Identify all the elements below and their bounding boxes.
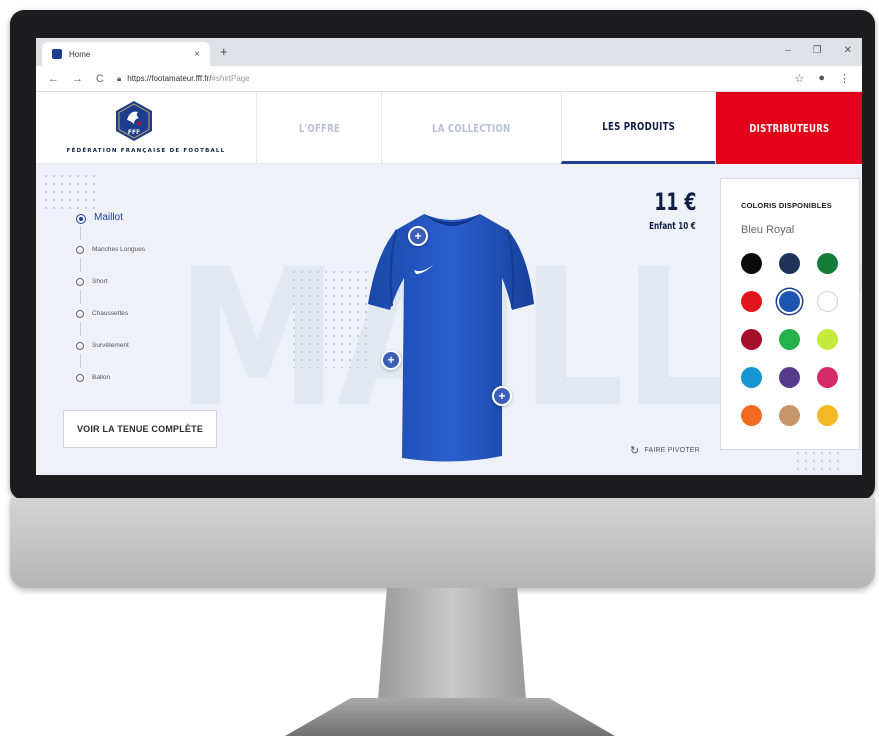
- price-adult: 11 €: [653, 188, 696, 216]
- url-hash: #shirtPage: [211, 74, 250, 83]
- menu-item-label: Manches Longues: [92, 246, 146, 253]
- hotspot-side[interactable]: +: [381, 350, 401, 370]
- color-swatch[interactable]: [779, 367, 800, 388]
- svg-text:FFF: FFF: [128, 129, 140, 136]
- menu-item-label: Ballon: [92, 374, 111, 381]
- decorative-dots: [290, 268, 370, 368]
- color-swatch[interactable]: [817, 253, 838, 274]
- nav-item-label: LA COLLECTION: [432, 121, 511, 135]
- address-bar-actions: ☆ ● ⋮: [794, 72, 850, 85]
- color-swatch[interactable]: [741, 367, 762, 388]
- color-swatch[interactable]: [741, 253, 762, 274]
- color-swatch[interactable]: [741, 329, 762, 350]
- color-swatch[interactable]: [741, 405, 762, 426]
- browser-tab[interactable]: Home ×: [42, 42, 210, 66]
- hotspot-collar[interactable]: +: [408, 226, 428, 246]
- color-swatch[interactable]: [817, 291, 838, 312]
- menu-item-survetement[interactable]: Survêtement: [76, 340, 145, 372]
- forward-button[interactable]: →: [72, 73, 83, 85]
- nav-item-label: L'OFFRE: [298, 121, 340, 135]
- rotate-label: FAIRE PIVOTER: [644, 447, 700, 454]
- colors-panel: COLORIS DISPONIBLES Bleu Royal: [720, 178, 860, 450]
- browser-tab-bar: Home × + – ❐ ✕: [36, 38, 862, 66]
- product-configurator: MAILLOT Maillot Manches Longues Short: [36, 164, 862, 475]
- menu-item-label: Maillot: [94, 212, 123, 223]
- radio-icon: [76, 342, 84, 350]
- close-tab-icon[interactable]: ×: [194, 49, 200, 60]
- monitor-stand-base: [285, 698, 615, 736]
- screen: Home × + – ❐ ✕ ← → C 🔒︎ https://footamat…: [36, 38, 862, 475]
- color-swatch-grid: [741, 253, 845, 426]
- rotate-icon: ↻: [630, 445, 640, 457]
- hotspot-hem[interactable]: +: [492, 386, 512, 406]
- monitor-stand-neck: [378, 588, 526, 700]
- minimize-button[interactable]: –: [785, 45, 791, 56]
- window-controls: – ❐ ✕: [785, 45, 852, 56]
- main-nav: L'OFFRE LA COLLECTION LES PRODUITS DISTR…: [256, 92, 862, 164]
- address-bar: ← → C 🔒︎ https://footamateur.fff.fr/#shi…: [36, 66, 862, 92]
- nav-item-distributeurs[interactable]: DISTRIBUTEURS: [715, 92, 862, 164]
- color-swatch[interactable]: [779, 405, 800, 426]
- color-swatch[interactable]: [779, 291, 800, 312]
- url-field[interactable]: https://footamateur.fff.fr/#shirtPage: [127, 74, 249, 83]
- monitor-chin: [10, 498, 875, 588]
- menu-connector: [80, 322, 81, 336]
- color-swatch[interactable]: [817, 329, 838, 350]
- nav-item-produits[interactable]: LES PRODUITS: [561, 92, 715, 164]
- radio-icon: [76, 310, 84, 318]
- decorative-dots: [42, 172, 96, 212]
- fff-favicon-icon: [52, 49, 62, 59]
- nav-item-label: LES PRODUITS: [602, 120, 675, 133]
- close-window-button[interactable]: ✕: [844, 45, 852, 56]
- color-swatch[interactable]: [741, 291, 762, 312]
- radio-icon: [76, 278, 84, 286]
- new-tab-button[interactable]: +: [220, 44, 228, 59]
- fff-crest-icon: FFF: [116, 101, 152, 141]
- fff-logo[interactable]: FFF FÉDÉRATION FRANÇAISE DE FOOTBALL: [36, 92, 256, 164]
- selected-color-name: Bleu Royal: [741, 224, 795, 236]
- nav-item-label: DISTRIBUTEURS: [748, 121, 830, 135]
- price-block: 11 € Enfant 10 €: [622, 188, 696, 234]
- menu-connector: [80, 290, 81, 304]
- color-swatch[interactable]: [779, 253, 800, 274]
- menu-item-chaussettes[interactable]: Chaussettes: [76, 308, 145, 340]
- tab-title: Home: [69, 49, 91, 59]
- url-base: https://footamateur.fff.fr/: [127, 74, 212, 83]
- back-button[interactable]: ←: [48, 73, 59, 85]
- nav-item-collection[interactable]: LA COLLECTION: [381, 92, 561, 164]
- menu-item-label: Survêtement: [92, 342, 129, 349]
- site-header: FFF FÉDÉRATION FRANÇAISE DE FOOTBALL L'O…: [36, 92, 862, 164]
- colors-title: COLORIS DISPONIBLES: [741, 201, 832, 210]
- color-swatch[interactable]: [817, 367, 838, 388]
- menu-connector: [80, 226, 81, 240]
- lock-icon: 🔒︎: [116, 73, 122, 83]
- product-type-menu: Maillot Manches Longues Short Chaussette…: [76, 212, 145, 404]
- bookmark-star-icon[interactable]: ☆: [794, 72, 804, 85]
- menu-item-manches-longues[interactable]: Manches Longues: [76, 244, 145, 276]
- menu-connector: [80, 258, 81, 272]
- decorative-dots: [794, 449, 842, 471]
- nav-item-offre[interactable]: L'OFFRE: [256, 92, 381, 164]
- color-swatch[interactable]: [817, 405, 838, 426]
- browser-menu-icon[interactable]: ⋮: [839, 72, 850, 85]
- jersey-image: [368, 214, 534, 462]
- menu-item-maillot[interactable]: Maillot: [76, 212, 145, 244]
- view-full-outfit-button[interactable]: VOIR LA TENUE COMPLÈTE: [63, 410, 217, 448]
- menu-item-ballon[interactable]: Ballon: [76, 372, 145, 404]
- menu-item-short[interactable]: Short: [76, 276, 145, 308]
- radio-selected-icon: [76, 214, 86, 224]
- restore-button[interactable]: ❐: [813, 45, 822, 56]
- price-child: Enfant 10 €: [649, 221, 696, 232]
- menu-item-label: Short: [92, 278, 108, 285]
- federation-name: FÉDÉRATION FRANÇAISE DE FOOTBALL: [66, 148, 226, 154]
- rotate-button[interactable]: ↻ FAIRE PIVOTER: [630, 444, 700, 457]
- menu-item-label: Chaussettes: [92, 310, 129, 317]
- menu-connector: [80, 354, 81, 368]
- radio-icon: [76, 246, 84, 254]
- reload-button[interactable]: C: [96, 73, 104, 85]
- radio-icon: [76, 374, 84, 382]
- color-swatch[interactable]: [779, 329, 800, 350]
- account-icon[interactable]: ●: [818, 72, 825, 85]
